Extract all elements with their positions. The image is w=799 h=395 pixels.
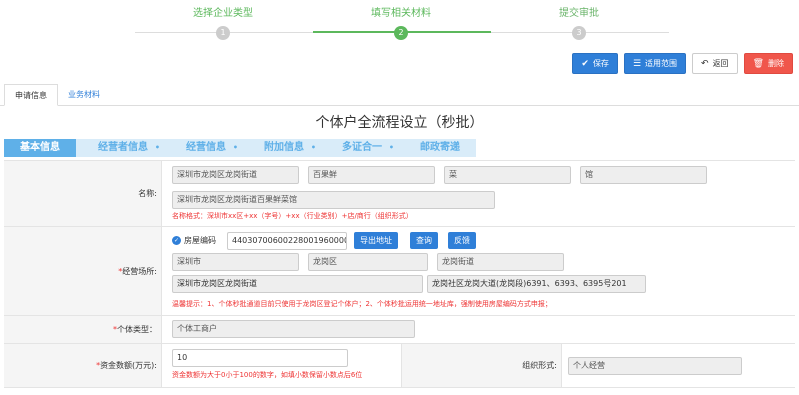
- type-field[interactable]: 个体工商户: [172, 320, 415, 338]
- tab-application-info[interactable]: 申请信息: [4, 84, 58, 106]
- name-org-field[interactable]: 馆: [580, 166, 707, 184]
- address-left-field: 深圳市龙岗区龙岗街道: [172, 275, 423, 293]
- step-1-label: 选择企业类型: [193, 8, 253, 19]
- toolbar: ✔ 保存 ☰ 适用范围 ↶ 返回 🗑 删除: [572, 53, 793, 75]
- name-cell: 深圳市龙岗区龙岗街道 百果鲜 菜 馆 深圳市龙岗区龙岗街道百果鲜菜馆 名称格式：…: [162, 161, 795, 226]
- capital-hint: 资金数额为大于0小于100的数字，如填小数保留小数点后6位: [172, 371, 363, 379]
- query-button[interactable]: 查询: [410, 232, 438, 249]
- list-icon: ☰: [632, 58, 642, 69]
- section-nav: 基本信息 经营者信息 • 经营信息 • 附加信息 • 多证合一 • 邮政寄递: [4, 139, 476, 157]
- page-title: 个体户全流程设立（秒批）: [315, 115, 484, 131]
- section-additional-label: 附加信息: [264, 142, 304, 153]
- name-label-text: 名称:: [138, 189, 157, 198]
- org-label-text: 组织形式:: [522, 361, 557, 370]
- form-row-name: 名称: 深圳市龙岗区龙岗街道 百果鲜 菜 馆 深圳市龙岗区龙岗街道百果鲜菜馆 名…: [4, 161, 795, 227]
- step-3: 提交审批 3: [519, 6, 639, 40]
- section-postal-label: 邮政寄递: [420, 142, 460, 153]
- dot-icon: •: [154, 143, 160, 152]
- capital-label-text: 资金数额(万元):: [100, 361, 157, 370]
- back-button[interactable]: ↶ 返回: [692, 53, 738, 74]
- type-label-text: 个体类型：: [117, 325, 157, 334]
- name-hint: 名称格式：深圳市xx区+xx（字号）+xx（行业类别）+店/商行（组织形式）: [172, 212, 413, 220]
- form-row-place: * 经营场所: ✓ 房屋编码 440307006002280019600002 导…: [4, 227, 795, 316]
- house-code-input[interactable]: 440307006002280019600002: [227, 232, 347, 250]
- dot-icon: •: [232, 143, 238, 152]
- type-label: * 个体类型：: [4, 316, 162, 343]
- section-postal[interactable]: 邮政寄递: [398, 139, 476, 157]
- step-3-label: 提交审批: [559, 8, 599, 19]
- name-label: 名称:: [4, 161, 162, 226]
- district-field[interactable]: 龙岗区: [308, 253, 428, 271]
- city-field[interactable]: 深圳市: [172, 253, 299, 271]
- back-arrow-icon: ↶: [701, 58, 709, 69]
- step-2-number: 2: [394, 26, 408, 40]
- form-row-type: * 个体类型： 个体工商户: [4, 316, 795, 344]
- delete-button[interactable]: 🗑 删除: [743, 53, 793, 74]
- save-label: 保存: [592, 59, 609, 68]
- org-field[interactable]: 个人经营: [568, 357, 742, 375]
- step-2-label: 填写相关材料: [371, 8, 431, 19]
- name-full-field: 深圳市龙岗区龙岗街道百果鲜菜馆: [172, 191, 495, 209]
- section-business-label: 经营信息: [186, 142, 226, 153]
- capital-cell: 10 资金数额为大于0小于100的数字，如填小数保留小数点后6位: [162, 344, 402, 387]
- section-business-info[interactable]: 经营信息 •: [164, 139, 242, 157]
- org-label: 组织形式:: [402, 344, 562, 387]
- step-2: 填写相关材料 2: [341, 6, 461, 40]
- check-icon: ✔: [581, 58, 589, 69]
- name-industry-field[interactable]: 菜: [444, 166, 571, 184]
- application-form: 名称: 深圳市龙岗区龙岗街道 百果鲜 菜 馆 深圳市龙岗区龙岗街道百果鲜菜馆 名…: [4, 160, 795, 388]
- place-label: * 经营场所:: [4, 227, 162, 315]
- tab-bar: 申请信息 业务材料: [0, 84, 799, 106]
- capital-input[interactable]: 10: [172, 349, 348, 367]
- section-operator-label: 经营者信息: [98, 142, 148, 153]
- street-field[interactable]: 龙岗街道: [437, 253, 564, 271]
- progress-stepper: 选择企业类型 1 填写相关材料 2 提交审批 3: [0, 0, 799, 46]
- tab-business-materials[interactable]: 业务材料: [58, 84, 110, 106]
- feedback-button[interactable]: 反馈: [448, 232, 476, 249]
- place-hint: 温馨提示：1、个体秒批通道目前只使用于龙岗区登记个体户；2、个体秒批运用统一地址…: [172, 300, 552, 308]
- section-multi-cert[interactable]: 多证合一 •: [320, 139, 398, 157]
- section-multi-cert-label: 多证合一: [342, 142, 382, 153]
- scope-button[interactable]: ☰ 适用范围: [623, 53, 687, 74]
- back-label: 返回: [712, 59, 729, 68]
- house-code-label: 房屋编码: [184, 236, 216, 245]
- trash-icon: 🗑: [752, 58, 764, 69]
- section-operator-info[interactable]: 经营者信息 •: [76, 139, 164, 157]
- place-label-text: 经营场所:: [122, 266, 157, 276]
- name-brand-field[interactable]: 百果鲜: [308, 166, 435, 184]
- delete-label: 删除: [768, 59, 784, 68]
- scope-label: 适用范围: [645, 59, 678, 68]
- type-cell: 个体工商户: [162, 316, 795, 343]
- org-cell: 个人经营: [562, 344, 795, 387]
- form-row-capital: * 资金数额(万元): 10 资金数额为大于0小于100的数字，如填小数保留小数点…: [4, 344, 795, 388]
- step-1-number: 1: [216, 26, 230, 40]
- address-right-field: 龙岗社区龙岗大道(龙岗段)6391、6393、6395号201: [427, 275, 646, 293]
- export-address-button[interactable]: 导出地址: [354, 232, 398, 249]
- section-additional-info[interactable]: 附加信息 •: [242, 139, 320, 157]
- section-basic-info[interactable]: 基本信息: [4, 139, 76, 157]
- capital-label: * 资金数额(万元):: [4, 344, 162, 387]
- step-3-number: 3: [572, 26, 586, 40]
- save-button[interactable]: ✔ 保存: [572, 53, 618, 74]
- house-code-radio-icon[interactable]: ✓: [172, 236, 181, 245]
- place-cell: ✓ 房屋编码 440307006002280019600002 导出地址 查询 …: [162, 227, 795, 315]
- dot-icon: •: [388, 143, 394, 152]
- step-1: 选择企业类型 1: [163, 6, 283, 40]
- name-prefix-field[interactable]: 深圳市龙岗区龙岗街道: [172, 166, 299, 184]
- dot-icon: •: [310, 143, 316, 152]
